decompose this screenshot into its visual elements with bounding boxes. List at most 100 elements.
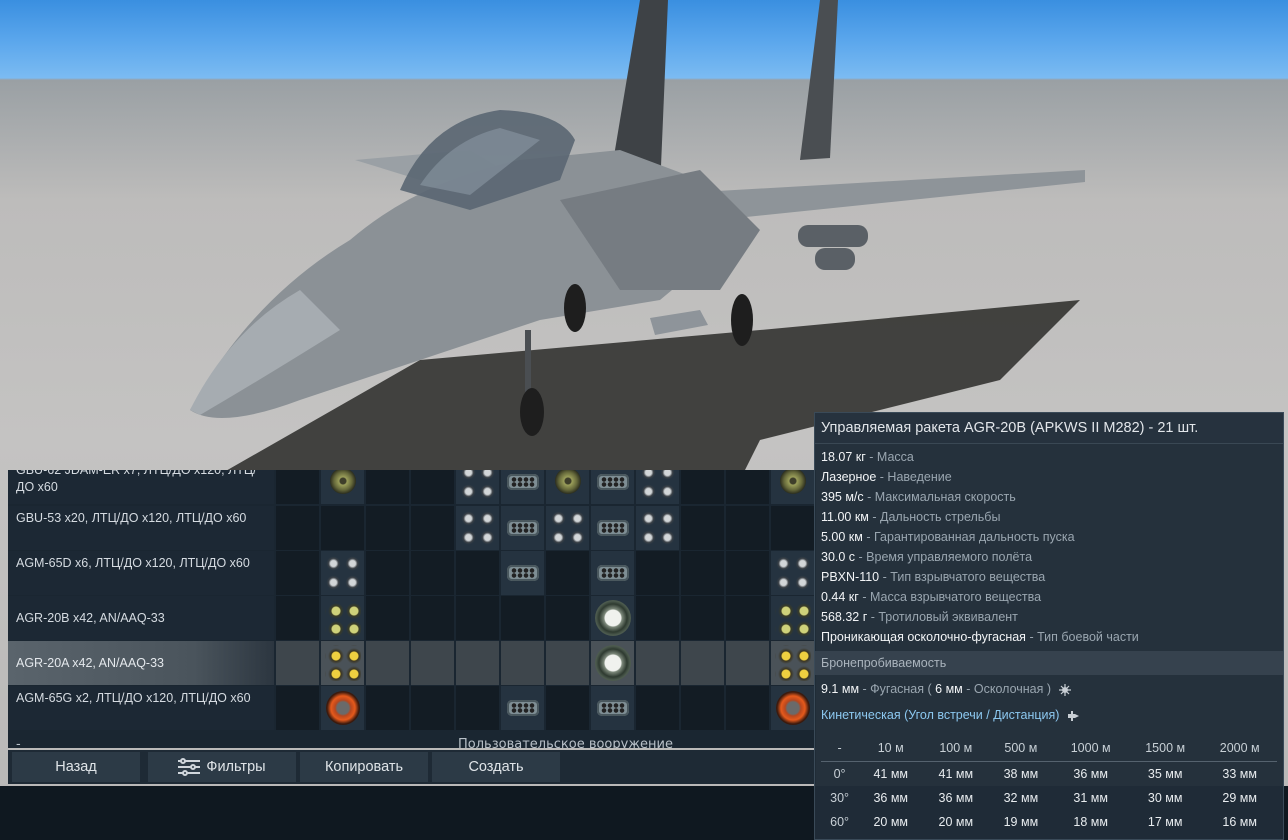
pylon-slot[interactable]	[591, 551, 634, 595]
pylon-slot[interactable]	[681, 641, 724, 685]
pylon-slot[interactable]	[726, 596, 769, 640]
loadout-row-label: GBU-53 x20, ЛТЦ/ДО x120, ЛТЦ/ДО x60	[8, 506, 274, 550]
pylon-slot[interactable]	[636, 506, 679, 550]
pylon-slot[interactable]	[771, 686, 814, 730]
pylon-slot[interactable]	[501, 641, 544, 685]
pylon-slot[interactable]	[726, 686, 769, 730]
loadout-row[interactable]: AGR-20B x42, AN/AAQ-33	[8, 596, 816, 640]
pylon-slot[interactable]	[366, 641, 409, 685]
pylon-slot[interactable]	[636, 596, 679, 640]
pylon-slot[interactable]	[726, 470, 769, 504]
pylon-slot[interactable]	[681, 470, 724, 504]
pylon-slot[interactable]	[366, 470, 409, 504]
pylon-slot[interactable]	[411, 686, 454, 730]
pylon-slot[interactable]	[681, 596, 724, 640]
pylon-slot[interactable]	[681, 551, 724, 595]
pylon-slot[interactable]	[276, 506, 319, 550]
weapon-stats: 18.07 кг - Масса Лазерное - Наведение 39…	[815, 444, 1283, 647]
missile-icon	[776, 691, 810, 725]
pylon-slot[interactable]	[276, 551, 319, 595]
copy-button[interactable]: Копировать	[300, 752, 428, 782]
pylon-slot[interactable]	[276, 596, 319, 640]
pylon-slot[interactable]	[366, 506, 409, 550]
pylon-slot[interactable]	[501, 506, 544, 550]
loadout-row[interactable]: AGM-65D x6, ЛТЦ/ДО x120, ЛТЦ/ДО x60	[8, 551, 816, 595]
pylon-slot[interactable]	[411, 596, 454, 640]
loadout-row[interactable]: GBU-62 JDAM-ER x7, ЛТЦ/ДО x120, ЛТЦ/ДО x…	[8, 470, 816, 504]
loadout-row-label: AGR-20A x42, AN/AAQ-33	[8, 641, 274, 685]
pylon-slot[interactable]	[276, 641, 319, 685]
back-button[interactable]: Назад	[12, 752, 140, 782]
pylon-slot[interactable]	[411, 470, 454, 504]
pylon-slot[interactable]	[411, 551, 454, 595]
pylon-slot[interactable]	[591, 686, 634, 730]
pylon-slot[interactable]	[771, 470, 814, 504]
pylon-slot[interactable]	[636, 641, 679, 685]
pylon-slot[interactable]	[456, 470, 499, 504]
pylon-slot[interactable]	[636, 686, 679, 730]
target-pod-icon	[597, 565, 629, 581]
projectile-icon	[1067, 710, 1079, 721]
pylon-slot[interactable]	[681, 506, 724, 550]
pylon-slot[interactable]	[321, 641, 364, 685]
pylon-slot[interactable]	[456, 596, 499, 640]
pylon-slot[interactable]	[636, 551, 679, 595]
missile-rack-icon	[774, 554, 812, 592]
pylon-slot[interactable]	[501, 596, 544, 640]
pylon-slot[interactable]	[321, 470, 364, 504]
stat-mass: 18.07 кг - Масса	[821, 450, 914, 464]
pylon-slot[interactable]	[546, 686, 589, 730]
pylon-slot[interactable]	[726, 506, 769, 550]
pylon-slot[interactable]	[366, 686, 409, 730]
loadout-row-selected[interactable]: AGR-20A x42, AN/AAQ-33	[8, 641, 816, 685]
rocket-pod-icon	[325, 600, 361, 636]
pylon-slot[interactable]	[591, 596, 634, 640]
pylon-slot[interactable]	[366, 551, 409, 595]
pylon-slot[interactable]	[771, 641, 814, 685]
pylon-slot[interactable]	[501, 470, 544, 504]
pylon-slot[interactable]	[501, 686, 544, 730]
pylon-slot[interactable]	[276, 470, 319, 504]
pylon-slot[interactable]	[681, 686, 724, 730]
pylon-slot[interactable]	[321, 551, 364, 595]
pylon-slot[interactable]	[321, 596, 364, 640]
pylon-slot[interactable]	[366, 596, 409, 640]
pylon-slot[interactable]	[546, 470, 589, 504]
pylon-slot[interactable]	[321, 506, 364, 550]
loadout-table: GBU-62 JDAM-ER x7, ЛТЦ/ДО x120, ЛТЦ/ДО x…	[8, 470, 816, 748]
weapon-title: Управляемая ракета AGR-20B (APKWS II M28…	[815, 413, 1283, 444]
pylon-slot[interactable]	[456, 506, 499, 550]
bomb-icon	[780, 470, 806, 494]
pylon-slot[interactable]	[771, 596, 814, 640]
pylon-slot[interactable]	[276, 686, 319, 730]
kinetic-header: Кинетическая (Угол встречи / Дистанция)	[815, 703, 1283, 727]
custom-loadout-row[interactable]: - Пользовательское вооружение	[8, 736, 816, 748]
filters-button[interactable]: Фильтры	[148, 752, 296, 782]
pylon-slot[interactable]	[501, 551, 544, 595]
pylon-slot[interactable]	[411, 641, 454, 685]
pylon-slot[interactable]	[591, 506, 634, 550]
pylon-slot[interactable]	[321, 686, 364, 730]
pylon-slot[interactable]	[411, 506, 454, 550]
pylon-slot[interactable]	[456, 686, 499, 730]
pylon-slot[interactable]	[726, 641, 769, 685]
target-pod-icon	[507, 700, 539, 716]
pylon-slot[interactable]	[456, 551, 499, 595]
pylon-slot[interactable]	[546, 596, 589, 640]
pylon-slot[interactable]	[591, 470, 634, 504]
pylon-slot[interactable]	[456, 641, 499, 685]
pylon-slot[interactable]	[591, 641, 634, 685]
pylon-slot[interactable]	[546, 641, 589, 685]
loadout-row[interactable]: AGM-65G x2, ЛТЦ/ДО x120, ЛТЦ/ДО x60	[8, 686, 816, 730]
create-button[interactable]: Создать	[432, 752, 560, 782]
pylon-slot[interactable]	[636, 470, 679, 504]
table-header: -	[821, 735, 859, 762]
loadout-row-label: GBU-62 JDAM-ER x7, ЛТЦ/ДО x120, ЛТЦ/ДО x…	[8, 470, 274, 504]
pylon-slot[interactable]	[726, 551, 769, 595]
pylon-slot[interactable]	[546, 506, 589, 550]
pylon-slot[interactable]	[771, 506, 814, 550]
loadout-row[interactable]: GBU-53 x20, ЛТЦ/ДО x120, ЛТЦ/ДО x60	[8, 506, 816, 550]
stat-guidance: Лазерное - Наведение	[821, 470, 952, 484]
pylon-slot[interactable]	[546, 551, 589, 595]
pylon-slot[interactable]	[771, 551, 814, 595]
